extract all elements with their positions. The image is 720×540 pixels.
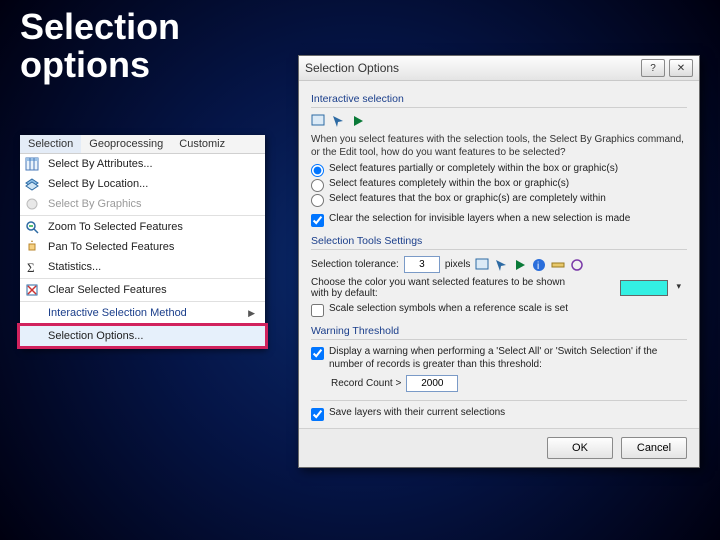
info-icon: i bbox=[532, 258, 546, 272]
layers-icon bbox=[20, 174, 44, 194]
blank-icon bbox=[20, 303, 44, 323]
menu-statistics[interactable]: Σ Statistics... bbox=[20, 257, 265, 277]
close-button[interactable]: ✕ bbox=[669, 59, 693, 77]
radio-label: Select features that the box or graphic(… bbox=[329, 193, 606, 206]
color-row: Choose the color you want selected featu… bbox=[311, 277, 687, 299]
zoom-icon bbox=[20, 217, 44, 237]
record-count-row: Record Count > bbox=[331, 375, 687, 392]
record-count-input[interactable] bbox=[406, 375, 458, 392]
select-arrow-icon bbox=[331, 114, 345, 128]
ok-button[interactable]: OK bbox=[547, 437, 613, 459]
radio-partial[interactable]: Select features partially or completely … bbox=[311, 163, 687, 177]
menu-interactive-method[interactable]: Interactive Selection Method ▶ bbox=[20, 303, 265, 323]
svg-text:Σ: Σ bbox=[27, 260, 35, 274]
menu-label: Clear Selected Features bbox=[44, 284, 261, 296]
radio-input[interactable] bbox=[311, 164, 324, 177]
menu-separator bbox=[20, 301, 265, 302]
select-rect-icon bbox=[311, 114, 325, 128]
clear-icon bbox=[20, 280, 44, 300]
measure-icon bbox=[551, 258, 565, 272]
menu-selection-options[interactable]: Selection Options... bbox=[20, 326, 265, 346]
checkbox-input[interactable] bbox=[311, 304, 324, 317]
check-scale-symbols[interactable]: Scale selection symbols when a reference… bbox=[311, 303, 687, 317]
cancel-button[interactable]: Cancel bbox=[621, 437, 687, 459]
checkbox-input[interactable] bbox=[311, 347, 324, 360]
title-line-1: Selection bbox=[20, 6, 180, 47]
menu-label: Select By Attributes... bbox=[44, 158, 261, 170]
group-tools: Selection Tools Settings bbox=[311, 235, 687, 247]
title-line-2: options bbox=[20, 44, 150, 85]
menu-separator bbox=[20, 215, 265, 216]
menubar-customize[interactable]: Customiz bbox=[171, 135, 233, 153]
color-help: Choose the color you want selected featu… bbox=[311, 277, 571, 299]
svg-text:i: i bbox=[537, 261, 539, 272]
dialog-buttons: OK Cancel bbox=[299, 428, 699, 467]
menu-label: Interactive Selection Method bbox=[44, 307, 248, 319]
radio-within[interactable]: Select features that the box or graphic(… bbox=[311, 193, 687, 207]
tool-rect-icon bbox=[475, 258, 489, 272]
tolerance-row: Selection tolerance: pixels i bbox=[311, 256, 687, 273]
menu-label: Select By Graphics bbox=[44, 198, 261, 210]
check-label: Scale selection symbols when a reference… bbox=[329, 303, 568, 316]
tolerance-unit: pixels bbox=[445, 259, 471, 270]
submenu-arrow-icon: ▶ bbox=[248, 308, 255, 319]
menu-clear-selected[interactable]: Clear Selected Features bbox=[20, 280, 265, 300]
menu-label: Pan To Selected Features bbox=[44, 241, 261, 253]
dialog-title: Selection Options bbox=[305, 61, 399, 75]
menu-pan-to-selected[interactable]: Pan To Selected Features bbox=[20, 237, 265, 257]
sigma-icon: Σ bbox=[20, 257, 44, 277]
table-icon bbox=[20, 154, 44, 174]
menubar-selection[interactable]: Selection bbox=[20, 135, 81, 153]
check-label: Clear the selection for invisible layers… bbox=[329, 213, 630, 226]
check-warning-threshold[interactable]: Display a warning when performing a 'Sel… bbox=[311, 346, 687, 371]
checkbox-input[interactable] bbox=[311, 214, 324, 227]
tool-arrow-icon bbox=[494, 258, 508, 272]
blank-icon bbox=[20, 326, 44, 346]
checkbox-input[interactable] bbox=[311, 408, 324, 421]
group-warning: Warning Threshold bbox=[311, 325, 687, 337]
app-menubar: Selection Geoprocessing Customiz bbox=[20, 135, 265, 154]
menu-zoom-to-selected[interactable]: Zoom To Selected Features bbox=[20, 217, 265, 237]
selection-options-dialog: Selection Options ? ✕ Interactive select… bbox=[298, 55, 700, 468]
check-clear-invisible[interactable]: Clear the selection for invisible layers… bbox=[311, 213, 687, 227]
pan-icon bbox=[20, 237, 44, 257]
dialog-titlebar: Selection Options ? ✕ bbox=[299, 56, 699, 81]
check-label: Display a warning when performing a 'Sel… bbox=[329, 346, 687, 371]
tolerance-label: Selection tolerance: bbox=[311, 259, 399, 270]
select-play-icon bbox=[351, 114, 365, 128]
menu-separator bbox=[20, 278, 265, 279]
tolerance-input[interactable] bbox=[404, 256, 440, 273]
menu-label: Statistics... bbox=[44, 261, 261, 273]
selection-tool-iconrow bbox=[311, 114, 687, 128]
menu-label: Zoom To Selected Features bbox=[44, 221, 261, 233]
slide-title: Selection options bbox=[20, 8, 180, 84]
radio-label: Select features completely within the bo… bbox=[329, 178, 569, 191]
menu-label: Select By Location... bbox=[44, 178, 261, 190]
selection-menu: Selection Geoprocessing Customiz Select … bbox=[20, 135, 265, 349]
radio-label: Select features partially or completely … bbox=[329, 163, 618, 176]
selection-color-swatch[interactable] bbox=[620, 280, 668, 296]
help-button[interactable]: ? bbox=[641, 59, 665, 77]
menubar-geoprocessing[interactable]: Geoprocessing bbox=[81, 135, 171, 153]
tool-play-icon bbox=[513, 258, 527, 272]
radio-input[interactable] bbox=[311, 179, 324, 192]
check-label: Save layers with their current selection… bbox=[329, 407, 505, 420]
menu-label: Selection Options... bbox=[44, 330, 261, 342]
interactive-help: When you select features with the select… bbox=[311, 134, 687, 159]
radio-input[interactable] bbox=[311, 194, 324, 207]
menu-select-by-graphics: Select By Graphics bbox=[20, 194, 265, 214]
link-icon bbox=[570, 258, 584, 272]
record-count-label: Record Count > bbox=[331, 378, 401, 389]
menu-select-by-attributes[interactable]: Select By Attributes... bbox=[20, 154, 265, 174]
radio-complete[interactable]: Select features completely within the bo… bbox=[311, 178, 687, 192]
graphic-icon bbox=[20, 194, 44, 214]
group-interactive: Interactive selection bbox=[311, 93, 687, 105]
menu-select-by-location[interactable]: Select By Location... bbox=[20, 174, 265, 194]
check-save-layers[interactable]: Save layers with their current selection… bbox=[311, 407, 687, 421]
